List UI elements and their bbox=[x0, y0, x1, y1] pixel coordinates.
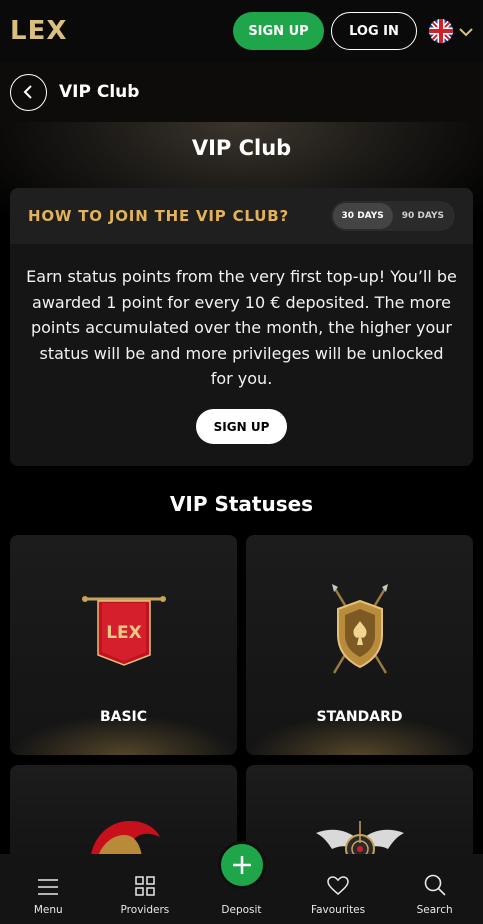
heart-icon bbox=[327, 876, 349, 895]
status-name: BASIC bbox=[99, 709, 148, 725]
nav-label: Menu bbox=[33, 904, 63, 916]
header-actions: SIGN UP LOG IN bbox=[233, 12, 473, 50]
nav-providers[interactable]: Providers bbox=[97, 854, 194, 924]
status-card-4[interactable] bbox=[246, 765, 473, 865]
deposit-button[interactable] bbox=[218, 841, 266, 889]
nav-label: Deposit bbox=[221, 904, 262, 916]
join-vip-card: HOW TO JOIN THE VIP CLUB? 30 DAYS 90 DAY… bbox=[10, 188, 473, 466]
page-title: VIP Club bbox=[191, 136, 292, 160]
lex-logo[interactable]: LEX bbox=[10, 16, 67, 46]
nav-favourites[interactable]: Favourites bbox=[290, 854, 387, 924]
status-card-3[interactable] bbox=[10, 765, 237, 865]
login-button[interactable]: LOG IN bbox=[331, 12, 417, 50]
join-title: HOW TO JOIN THE VIP CLUB? bbox=[28, 207, 289, 225]
join-description: Earn status points from the very first t… bbox=[26, 267, 457, 388]
banner-text: LEX bbox=[106, 623, 142, 643]
plus-icon bbox=[233, 856, 251, 874]
shield-icon bbox=[331, 584, 388, 674]
period-90-days[interactable]: 90 DAYS bbox=[393, 203, 453, 229]
search-icon bbox=[424, 874, 446, 896]
statuses-title: VIP Statuses bbox=[169, 492, 314, 516]
nav-label: Search bbox=[416, 904, 453, 916]
nav-label: Providers bbox=[120, 904, 170, 916]
breadcrumb-title: VIP Club bbox=[59, 82, 140, 102]
join-card-header: HOW TO JOIN THE VIP CLUB? 30 DAYS 90 DAY… bbox=[10, 188, 473, 244]
nav-menu[interactable]: Menu bbox=[0, 854, 97, 924]
chevron-left-icon bbox=[23, 85, 32, 99]
banner-icon: LEX bbox=[81, 596, 166, 666]
uk-flag-icon bbox=[429, 19, 453, 43]
status-card-standard[interactable]: STANDARD bbox=[246, 535, 473, 755]
signup-button[interactable]: SIGN UP bbox=[233, 12, 324, 50]
grid-icon bbox=[135, 876, 155, 896]
status-card-basic[interactable]: LEX BASIC bbox=[10, 535, 237, 755]
top-header: LEX SIGN UP LOG IN bbox=[0, 0, 483, 62]
menu-icon bbox=[38, 879, 59, 895]
join-signup-button[interactable]: SIGN UP bbox=[196, 409, 287, 444]
language-selector[interactable] bbox=[429, 19, 473, 43]
nav-search[interactable]: Search bbox=[386, 854, 483, 924]
period-toggle: 30 DAYS 90 DAYS bbox=[330, 201, 455, 231]
status-name: STANDARD bbox=[316, 709, 403, 725]
page-header: VIP Club bbox=[0, 62, 483, 122]
period-30-days[interactable]: 30 DAYS bbox=[332, 203, 393, 229]
back-button[interactable] bbox=[10, 73, 47, 111]
nav-label: Favourites bbox=[311, 904, 366, 916]
chevron-down-icon bbox=[459, 22, 473, 41]
